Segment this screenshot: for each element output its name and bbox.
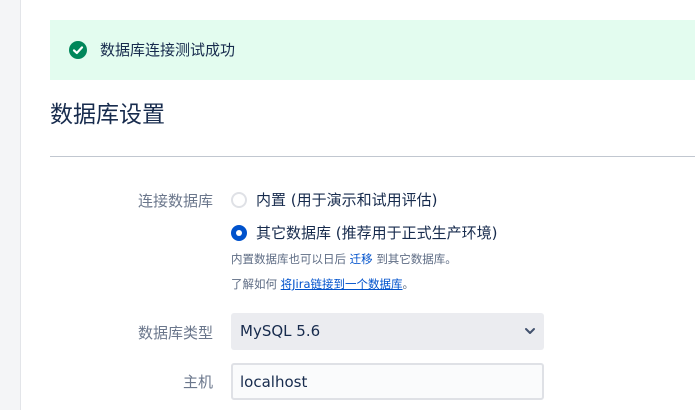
connect-help-prefix: 了解如何 — [231, 277, 277, 291]
page-title: 数据库设置 — [50, 102, 165, 128]
check-circle-icon — [69, 41, 87, 59]
database-type-value: MySQL 5.6 — [240, 322, 321, 340]
radio-label-other: 其它数据库 (推荐用于正式生产环境) — [256, 224, 498, 242]
host-label: 主机 — [182, 373, 213, 391]
success-message: 数据库连接测试成功 — [100, 41, 236, 59]
migrate-link[interactable]: 迁移 — [350, 252, 373, 266]
radio-button-selected[interactable] — [231, 225, 247, 241]
connect-database-link[interactable]: 将Jira链接到一个数据库 — [281, 277, 403, 291]
radio-button-unselected[interactable] — [231, 192, 247, 208]
database-type-select[interactable]: MySQL 5.6 — [231, 313, 544, 350]
chevron-down-icon — [525, 328, 535, 334]
host-input[interactable] — [231, 363, 544, 400]
connect-help-suffix: 。 — [402, 277, 415, 291]
migrate-help-text: 内置数据库也可以日后 迁移 到其它数据库。 — [231, 251, 457, 267]
connect-help-text: 了解如何 将Jira链接到一个数据库。 — [231, 276, 414, 292]
migrate-help-suffix: 到其它数据库。 — [376, 252, 457, 266]
success-banner: 数据库连接测试成功 — [50, 20, 695, 80]
database-type-label: 数据库类型 — [137, 324, 213, 342]
left-sidebar-rail — [0, 0, 21, 410]
migrate-help-prefix: 内置数据库也可以日后 — [231, 252, 346, 266]
connection-label: 连接数据库 — [137, 192, 213, 210]
section-divider — [50, 156, 695, 157]
radio-label-builtin: 内置 (用于演示和试用评估) — [256, 191, 438, 209]
